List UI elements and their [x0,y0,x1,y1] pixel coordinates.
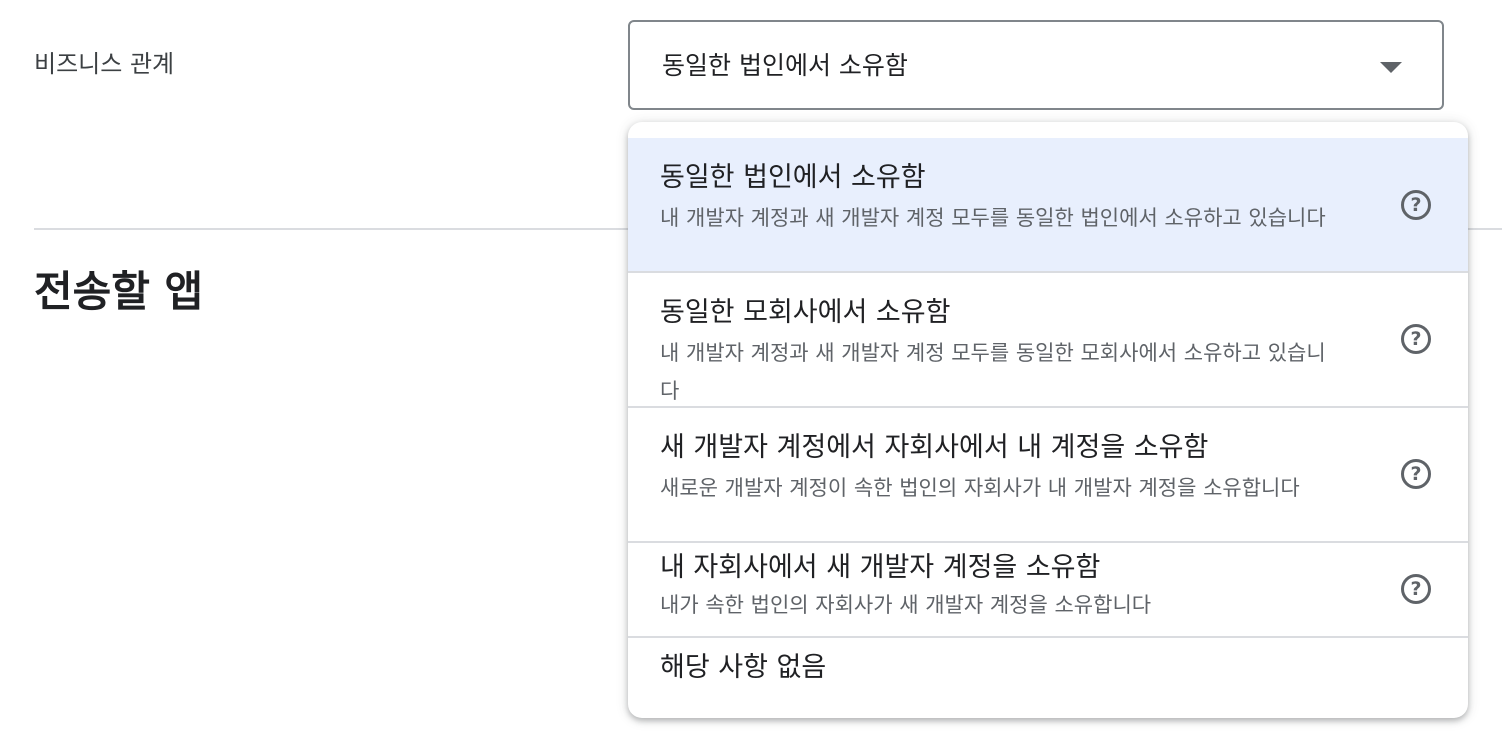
help-circle-icon[interactable]: ? [1401,190,1431,220]
option-description: 내가 속한 법인의 자회사가 새 개발자 계정을 소유합니다 [660,593,1152,617]
option-same-entity[interactable]: 동일한 법인에서 소유함 내 개발자 계정과 새 개발자 계정 모두를 동일한 … [628,138,1468,272]
option-title: 동일한 법인에서 소유함 [660,162,926,193]
selected-value: 동일한 법인에서 소유함 [662,51,908,80]
option-title: 내 자회사에서 새 개발자 계정을 소유함 [660,552,1101,583]
option-new-account-subsidiary[interactable]: 새 개발자 계정에서 자회사에서 내 계정을 소유함 새로운 개발자 계정이 속… [628,408,1468,541]
help-circle-icon[interactable]: ? [1401,459,1431,489]
business-relationship-label: 비즈니스 관계 [34,50,175,78]
option-my-subsidiary[interactable]: 내 자회사에서 새 개발자 계정을 소유함 내가 속한 법인의 자회사가 새 개… [628,543,1468,636]
page: 비즈니스 관계 동일한 법인에서 소유함 전송할 앱 동일한 법인에서 소유함 … [0,0,1502,748]
option-title: 동일한 모회사에서 소유함 [660,297,951,328]
option-same-parent[interactable]: 동일한 모회사에서 소유함 내 개발자 계정과 새 개발자 계정 모두를 동일한… [628,273,1468,406]
option-title: 새 개발자 계정에서 자회사에서 내 계정을 소유함 [660,432,1209,463]
option-description: 내 개발자 계정과 새 개발자 계정 모두를 동일한 법인에서 소유하고 있습니… [660,206,1326,230]
caret-down-icon [1380,62,1402,73]
option-description: 내 개발자 계정과 새 개발자 계정 모두를 동일한 모회사에서 소유하고 있습… [660,341,1326,403]
option-not-applicable[interactable]: 해당 사항 없음 [628,638,1468,718]
dropdown-menu: 동일한 법인에서 소유함 내 개발자 계정과 새 개발자 계정 모두를 동일한 … [628,122,1468,718]
section-title: 전송할 앱 [34,267,204,316]
business-relationship-select[interactable]: 동일한 법인에서 소유함 [628,20,1444,110]
help-circle-icon[interactable]: ? [1401,574,1431,604]
option-description: 새로운 개발자 계정이 속한 법인의 자회사가 내 개발자 계정을 소유합니다 [660,476,1300,500]
help-circle-icon[interactable]: ? [1401,324,1431,354]
option-title: 해당 사항 없음 [660,652,827,683]
